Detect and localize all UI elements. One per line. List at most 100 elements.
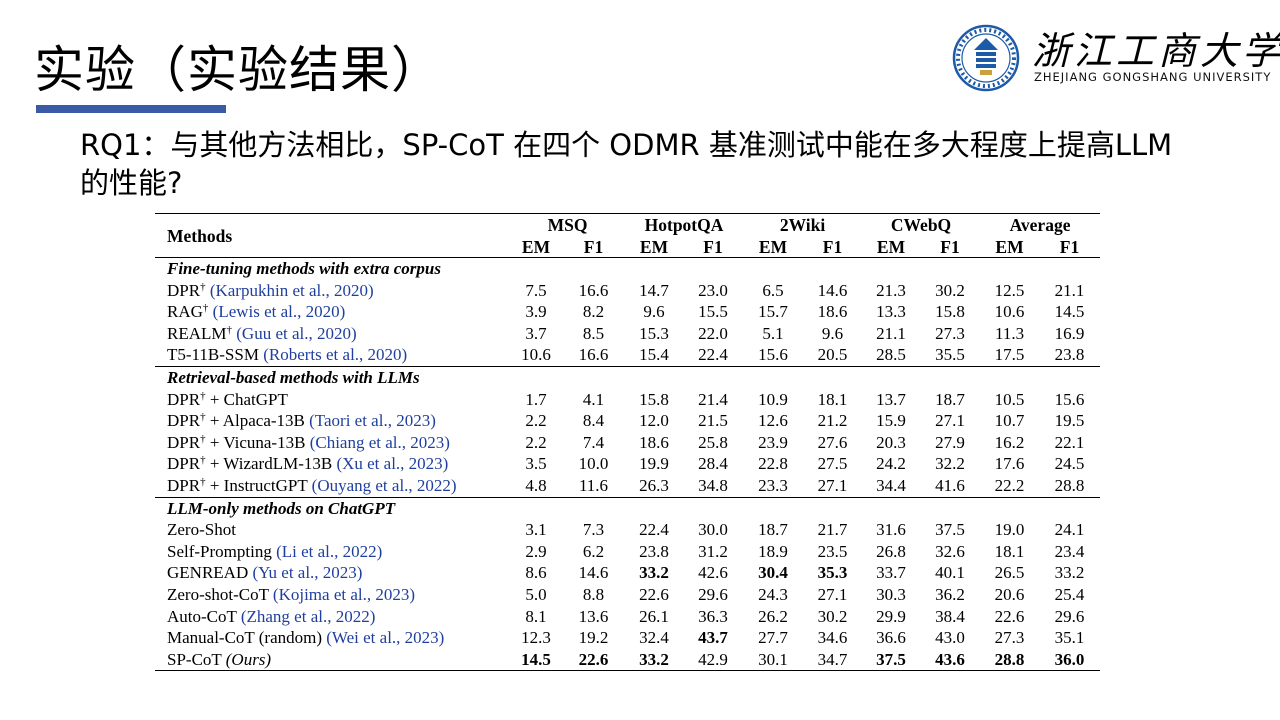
score-cell: 42.6 [698,563,728,583]
dagger-mark: † [200,280,206,293]
score-cell: 28.4 [698,454,728,474]
method-name: DPR [167,432,201,452]
score-cell: 24.5 [1054,454,1085,474]
score-cell: 23.8 [639,541,669,561]
score-cell: 8.1 [525,606,547,626]
score-cell: 27.3 [935,323,965,343]
score-cell: 22.2 [994,475,1025,495]
score-cell: 33.2 [639,649,669,669]
score-cell: 19.9 [639,454,669,474]
table-row: DPR† + ChatGPT 1.7 4.1 15.8 21.4 10.9 18.1 13.7… [155,389,1100,411]
score-cell: 38.4 [935,606,965,626]
score-cell: 22.4 [698,345,728,365]
score-cell: 14.7 [639,280,669,300]
method-cell: Zero-shot-CoT (Kojima et al., 2023) [155,584,510,606]
table-row: RAG† (Lewis et al., 2020) 3.9 8.2 9.6 15.5 15… [155,301,1100,323]
metric-header: F1 [822,236,843,257]
score-cell: 2.2 [525,432,547,452]
method-cell: RAG† (Lewis et al., 2020) [155,301,510,323]
score-cell: 1.7 [525,389,547,409]
score-cell: 32.6 [935,541,965,561]
group-title: Retrieval-based methods with LLMs [167,367,420,387]
method-suffix: + WizardLM-13B [205,454,333,474]
score-cell: 21.5 [698,411,728,431]
table-row: Zero-Shot 3.1 7.3 22.4 30.0 18.7 21.7 31.6 37.5 1… [155,519,1100,541]
method-suffix: + InstructGPT [205,475,308,495]
score-cell: 27.5 [817,454,848,474]
score-cell: 7.5 [525,280,547,300]
score-cell: 16.6 [578,345,609,365]
method-name: Self-Prompting [167,541,272,561]
score-cell: 3.5 [525,454,547,474]
method-cell: DPR† + Vicuna-13B (Chiang et al., 2023) [155,432,510,454]
score-cell: 29.6 [698,584,728,604]
metric-header: EM [995,236,1024,257]
metric-header: EM [521,236,551,257]
score-cell: 22.4 [639,520,669,540]
score-cell: 35.1 [1054,628,1085,648]
score-cell: 35.3 [817,563,848,583]
score-cell: 16.6 [578,280,609,300]
score-cell: 3.7 [525,323,547,343]
score-cell: 35.5 [935,345,965,365]
score-cell: 5.1 [762,323,784,343]
score-cell: 9.6 [821,323,844,343]
metric-header: EM [758,236,788,257]
group-header-row: LLM-only methods on ChatGPT [155,497,1101,519]
dataset-header: 2Wiki [779,215,826,235]
score-cell: 15.8 [935,302,965,322]
method-cell: Manual-CoT (random) (Wei et al., 2023) [155,627,510,649]
score-cell: 19.0 [994,520,1025,540]
metric-header: F1 [703,236,723,257]
table-row: DPR† (Karpukhin et al., 2020) 7.5 16.6 14.7… [155,280,1100,302]
score-cell: 18.1 [994,541,1025,561]
score-cell: 6.5 [762,280,784,300]
score-cell: 31.2 [698,541,728,561]
score-cell: 8.2 [582,302,605,322]
score-cell: 26.2 [758,606,788,626]
metric-header: F1 [1059,236,1080,257]
method-suffix: + Vicuna-13B [205,432,306,452]
table-row: DPR† + Alpaca-13B (Taori et al., 2023) 2.… [155,410,1100,432]
table-row: Zero-shot-CoT (Kojima et al., 2023) 5.0 8.… [155,584,1100,606]
score-cell: 18.1 [817,389,848,409]
citation: (Taori et al., 2023) [309,411,436,431]
score-cell: 20.3 [876,432,906,452]
score-cell: 29.6 [1054,606,1085,626]
method-name: SP-CoT [167,649,222,669]
score-cell: 30.3 [876,584,906,604]
method-suffix: + Alpaca-13B [205,411,305,431]
score-cell: 25.4 [1054,584,1085,604]
citation: (Kojima et al., 2023) [272,584,416,604]
score-cell: 27.1 [817,475,848,495]
method-name: Auto-CoT [167,606,237,626]
university-name-en: ZHEJIANG GONGSHANG UNIVERSITY [1034,70,1272,84]
citation: (Roberts et al., 2020) [263,345,408,365]
score-cell: 8.8 [582,584,605,604]
method-cell: Auto-CoT (Zhang et al., 2022) [155,606,510,628]
university-seal-icon [952,24,1020,92]
score-cell: 30.2 [817,606,848,626]
score-cell: 21.4 [698,389,728,409]
score-cell: 27.6 [817,432,848,452]
score-cell: 43.7 [698,628,728,648]
method-name: DPR [167,411,201,431]
table-row: GENREAD (Yu et al., 2023) 8.6 14.6 33.2 42.6… [155,562,1100,584]
dataset-header: Average [1009,215,1071,235]
method-cell: T5-11B-SSM (Roberts et al., 2020) [155,344,510,366]
score-cell: 4.1 [582,389,605,409]
score-cell: 36.2 [935,584,965,604]
method-name: DPR [167,454,201,474]
university-logo: 浙江工商大学 ZHEJIANG GONGSHANG UNIVERSITY [952,24,1280,94]
citation: (Karpukhin et al., 2020) [209,280,374,300]
score-cell: 29.9 [876,606,906,626]
score-cell: 28.8 [994,649,1025,669]
method-cell: Zero-Shot [155,519,510,541]
citation: (Chiang et al., 2023) [309,432,450,452]
score-cell: 19.5 [1054,411,1085,431]
method-name: REALM [167,323,227,343]
score-cell: 10.5 [994,389,1025,409]
score-cell: 5.0 [525,584,547,604]
score-cell: 22.8 [758,454,788,474]
score-cell: 34.8 [698,475,728,495]
